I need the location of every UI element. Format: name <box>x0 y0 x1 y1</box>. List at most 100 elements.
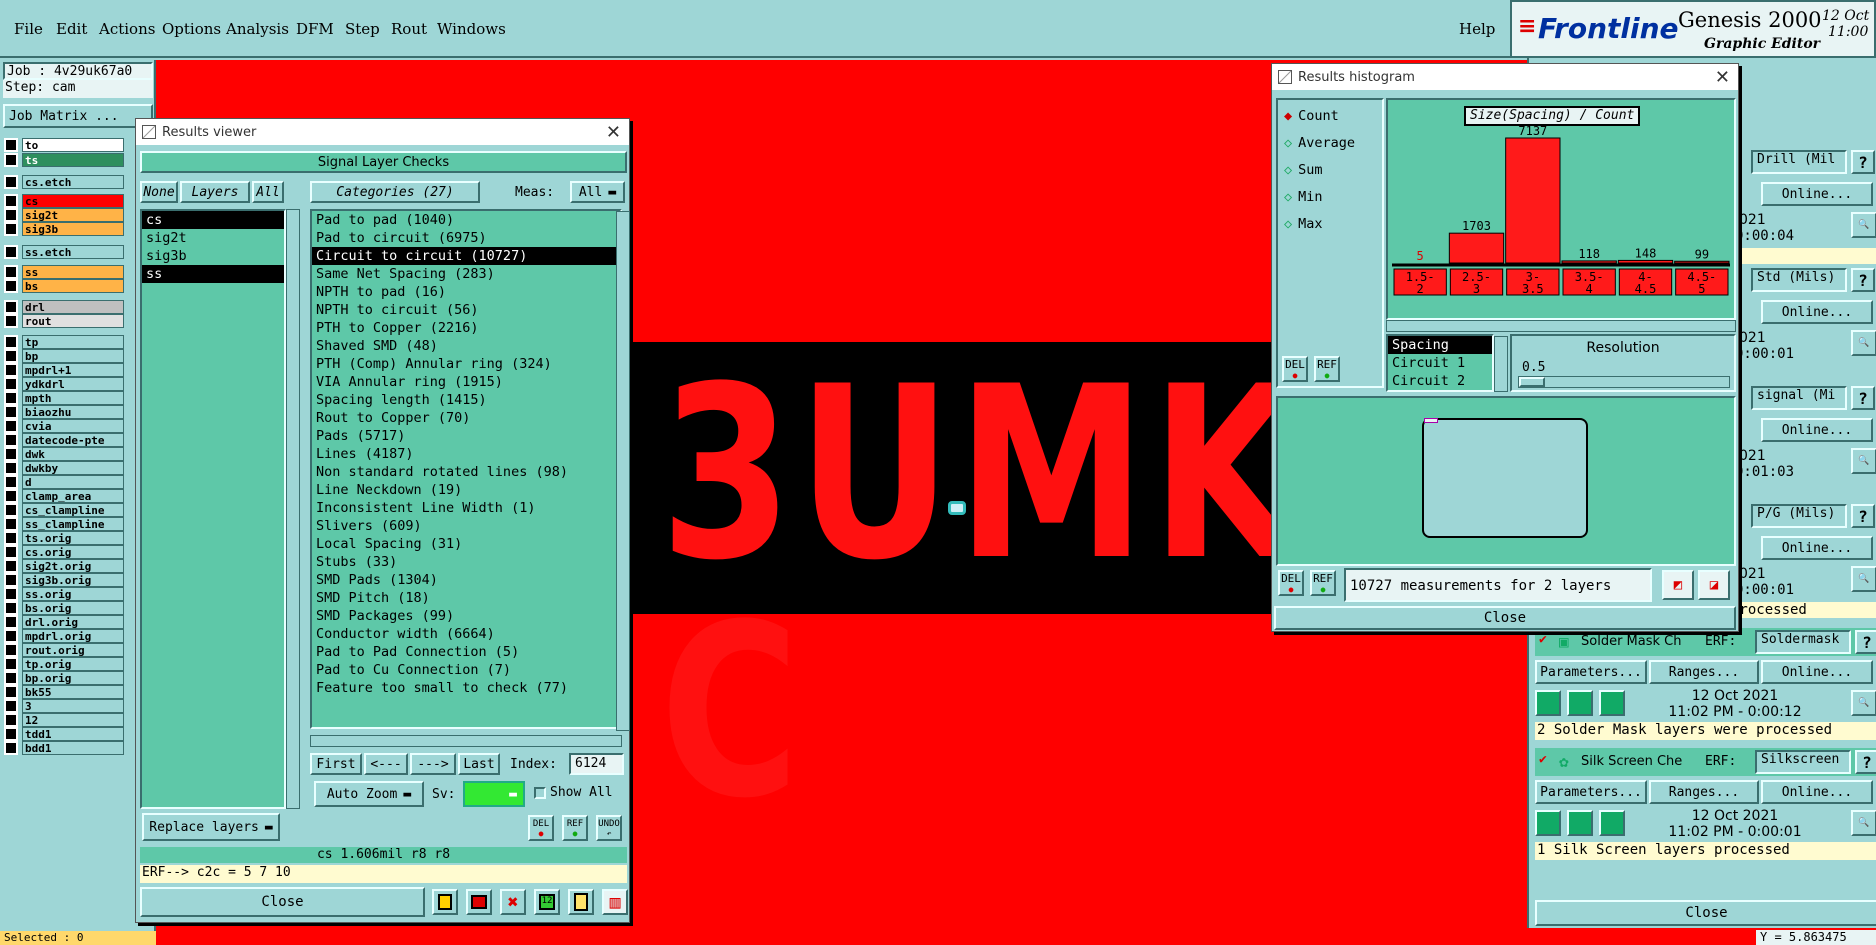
layer-results-list[interactable]: cs sig2t sig3b ss <box>140 209 286 809</box>
layer-checkbox[interactable] <box>4 629 18 643</box>
zoom-to-feature-icon[interactable]: ◩ <box>1662 570 1694 600</box>
category-item[interactable]: Slivers (609) <box>312 517 620 535</box>
layer-result-item[interactable]: sig3b <box>142 247 284 265</box>
refresh-button[interactable]: REF ● <box>1314 356 1340 382</box>
layer-checkbox[interactable] <box>4 713 18 727</box>
category-item[interactable]: Pad to pad (1040) <box>312 211 620 229</box>
layer-checkbox[interactable] <box>4 279 18 293</box>
run-icon[interactable] <box>1535 690 1561 716</box>
category-item[interactable]: Conductor width (6664) <box>312 625 620 643</box>
layer-checkbox[interactable] <box>4 433 18 447</box>
layer-row[interactable]: clamp_area <box>4 489 124 503</box>
check-field[interactable]: signal (Mi <box>1751 386 1847 410</box>
layer-row[interactable]: bk55 <box>4 685 124 699</box>
undo-button[interactable]: UNDO ↶ <box>596 815 622 841</box>
check-field[interactable]: Std (Mils) <box>1751 268 1847 292</box>
layer-row[interactable]: d <box>4 475 124 489</box>
category-item[interactable]: Pad to circuit (6975) <box>312 229 620 247</box>
category-scrollbar[interactable] <box>1494 336 1508 392</box>
categories-list[interactable]: Pad to pad (1040) Pad to circuit (6975) Ci… <box>310 209 622 729</box>
layer-row[interactable]: ss <box>4 265 124 279</box>
layer-checkbox[interactable] <box>4 349 18 363</box>
layer-checkbox[interactable] <box>4 314 18 328</box>
layer-checkbox[interactable] <box>4 531 18 545</box>
layer-row[interactable]: ts.orig <box>4 531 124 545</box>
radio-icon[interactable]: ◇ <box>1284 189 1292 205</box>
category-item[interactable]: Rout to Copper (70) <box>312 409 620 427</box>
layer-row[interactable]: cs <box>4 194 124 208</box>
layer-checkbox[interactable] <box>4 475 18 489</box>
layer-checkbox[interactable] <box>4 699 18 713</box>
layer-row[interactable]: mpdrl.orig <box>4 629 124 643</box>
layer-row[interactable]: datecode-pte <box>4 433 124 447</box>
menu-actions[interactable]: Actions <box>99 20 155 38</box>
checklist-close-button[interactable]: Close <box>1535 900 1876 926</box>
layer-checkbox[interactable] <box>4 741 18 755</box>
slider-thumb[interactable] <box>1519 377 1545 387</box>
layer-row[interactable]: cvia <box>4 419 124 433</box>
layer-row[interactable]: bp.orig <box>4 671 124 685</box>
layer-checkbox[interactable] <box>4 587 18 601</box>
all-button[interactable]: All <box>252 181 284 203</box>
layer-checkbox[interactable] <box>4 503 18 517</box>
pan-feature-icon[interactable]: ◪ <box>1698 570 1730 600</box>
layer-checkbox[interactable] <box>4 208 18 222</box>
category-item[interactable]: Circuit to circuit (10727) <box>312 247 620 265</box>
layer-checkbox[interactable] <box>4 175 18 189</box>
histogram-icon[interactable]: ▥ <box>602 889 628 915</box>
histogram-category-item[interactable]: Spacing <box>1388 336 1492 354</box>
refresh-button[interactable]: REF ● <box>1310 570 1336 596</box>
close-button[interactable]: Close <box>140 887 425 917</box>
zoom-icon[interactable]: 🔍 <box>1851 810 1876 836</box>
layer-row[interactable]: sig3b.orig <box>4 573 124 587</box>
category-item[interactable]: Non standard rotated lines (98) <box>312 463 620 481</box>
zoom-icon[interactable]: 🔍 <box>1851 212 1876 238</box>
refresh-button[interactable]: REF ● <box>562 815 588 841</box>
results-viewer-titlebar[interactable]: Results viewer ✕ <box>136 119 629 145</box>
layer-checkbox[interactable] <box>4 727 18 741</box>
mode-option[interactable]: ◆ Count <box>1284 108 1339 124</box>
category-item[interactable]: Line Neckdown (19) <box>312 481 620 499</box>
delete-button[interactable]: DEL ● <box>528 815 554 841</box>
layer-checkbox[interactable] <box>4 194 18 208</box>
category-item[interactable]: Feature too small to check (77) <box>312 679 620 697</box>
measure-icon[interactable] <box>466 889 492 915</box>
layer-row[interactable]: tdd1 <box>4 727 124 741</box>
job-matrix-button[interactable]: Job Matrix ... <box>3 104 153 128</box>
layer-checkbox[interactable] <box>4 405 18 419</box>
layer-row[interactable]: bs.orig <box>4 601 124 615</box>
help-button[interactable]: ? <box>1851 268 1875 292</box>
layer-row[interactable]: cs.etch <box>4 175 124 189</box>
layer-row[interactable]: cs_clampline <box>4 503 124 517</box>
layer-row[interactable]: 3 <box>4 699 124 713</box>
first-button[interactable]: First <box>310 753 362 775</box>
histogram-category-item[interactable]: Circuit 2 <box>1388 372 1492 390</box>
category-item[interactable]: Local Spacing (31) <box>312 535 620 553</box>
none-button[interactable]: None <box>140 181 178 203</box>
layer-row[interactable]: tp <box>4 335 124 349</box>
layer-checkbox[interactable] <box>4 391 18 405</box>
histogram-bar[interactable] <box>1448 232 1505 264</box>
delete-button[interactable]: DEL ● <box>1278 570 1304 596</box>
layers-button[interactable]: Layers <box>180 181 250 203</box>
radio-selected-icon[interactable]: ◆ <box>1284 108 1292 124</box>
layer-checkbox[interactable] <box>4 245 18 259</box>
run-icon[interactable] <box>1567 810 1593 836</box>
close-icon[interactable]: ✕ <box>606 122 621 143</box>
layer-row[interactable]: mpdrl+1 <box>4 363 124 377</box>
layer-row[interactable]: dwk <box>4 447 124 461</box>
layer-row[interactable]: sig2t.orig <box>4 559 124 573</box>
layer-checkbox[interactable] <box>4 419 18 433</box>
online-button[interactable]: Online... <box>1761 660 1873 684</box>
menu-dfm[interactable]: DFM <box>296 20 334 38</box>
report-icon[interactable] <box>568 889 594 915</box>
layer-checkbox[interactable] <box>4 489 18 503</box>
category-item[interactable]: SMD Packages (99) <box>312 607 620 625</box>
categories-hscrollbar[interactable] <box>310 735 622 747</box>
layer-row[interactable]: tp.orig <box>4 657 124 671</box>
layer-row[interactable]: 12 <box>4 713 124 727</box>
category-item[interactable]: SMD Pitch (18) <box>312 589 620 607</box>
layer-checkbox[interactable] <box>4 601 18 615</box>
online-button[interactable]: Online... <box>1761 300 1873 324</box>
histogram-bar[interactable] <box>1617 259 1674 264</box>
